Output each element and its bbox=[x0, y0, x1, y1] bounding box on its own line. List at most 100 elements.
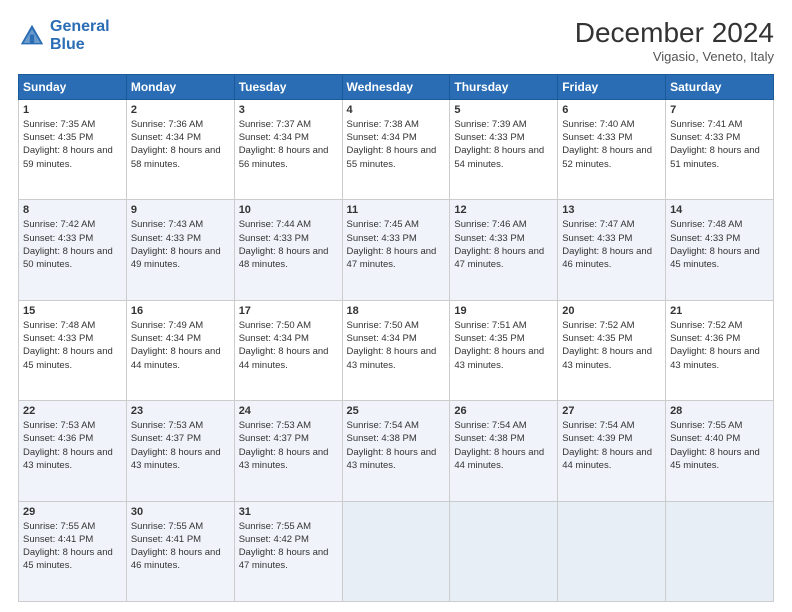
day-number: 18 bbox=[347, 305, 446, 317]
cell-text: Sunrise: 7:45 AMSunset: 4:33 PMDaylight:… bbox=[347, 219, 437, 270]
col-thursday: Thursday bbox=[450, 74, 558, 99]
cell-text: Sunrise: 7:48 AMSunset: 4:33 PMDaylight:… bbox=[670, 219, 760, 270]
page: General Blue December 2024 Vigasio, Vene… bbox=[0, 0, 792, 612]
calendar-table: Sunday Monday Tuesday Wednesday Thursday… bbox=[18, 74, 774, 602]
day-number: 7 bbox=[670, 104, 769, 116]
cell-text: Sunrise: 7:43 AMSunset: 4:33 PMDaylight:… bbox=[131, 219, 221, 270]
day-number: 19 bbox=[454, 305, 553, 317]
day-number: 10 bbox=[239, 204, 338, 216]
table-row: 29 Sunrise: 7:55 AMSunset: 4:41 PMDayligh… bbox=[19, 501, 127, 601]
day-number: 22 bbox=[23, 405, 122, 417]
day-number: 29 bbox=[23, 506, 122, 518]
cell-text: Sunrise: 7:42 AMSunset: 4:33 PMDaylight:… bbox=[23, 219, 113, 270]
cell-text: Sunrise: 7:55 AMSunset: 4:41 PMDaylight:… bbox=[23, 521, 113, 572]
day-number: 12 bbox=[454, 204, 553, 216]
day-number: 1 bbox=[23, 104, 122, 116]
cell-text: Sunrise: 7:53 AMSunset: 4:37 PMDaylight:… bbox=[131, 420, 221, 471]
cell-text: Sunrise: 7:50 AMSunset: 4:34 PMDaylight:… bbox=[347, 320, 437, 371]
day-number: 25 bbox=[347, 405, 446, 417]
table-row: 7 Sunrise: 7:41 AMSunset: 4:33 PMDaylight… bbox=[666, 99, 774, 199]
col-wednesday: Wednesday bbox=[342, 74, 450, 99]
table-row: 11 Sunrise: 7:45 AMSunset: 4:33 PMDayligh… bbox=[342, 200, 450, 300]
logo-text: General Blue bbox=[50, 18, 110, 53]
table-row: 16 Sunrise: 7:49 AMSunset: 4:34 PMDayligh… bbox=[126, 300, 234, 400]
table-row: 28Sunrise: 7:55 AMSunset: 4:40 PMDayligh… bbox=[666, 401, 774, 501]
table-row bbox=[558, 501, 666, 601]
cell-text: Sunrise: 7:54 AMSunset: 4:38 PMDaylight:… bbox=[347, 420, 437, 471]
subtitle: Vigasio, Veneto, Italy bbox=[575, 49, 774, 64]
col-monday: Monday bbox=[126, 74, 234, 99]
table-row: 2 Sunrise: 7:36 AMSunset: 4:34 PMDaylight… bbox=[126, 99, 234, 199]
cell-text: Sunrise: 7:50 AMSunset: 4:34 PMDaylight:… bbox=[239, 320, 329, 371]
cell-text: Sunrise: 7:44 AMSunset: 4:33 PMDaylight:… bbox=[239, 219, 329, 270]
day-number: 23 bbox=[131, 405, 230, 417]
table-row: 20Sunrise: 7:52 AMSunset: 4:35 PMDayligh… bbox=[558, 300, 666, 400]
cell-text: Sunrise: 7:54 AMSunset: 4:38 PMDaylight:… bbox=[454, 420, 544, 471]
cell-text: Sunrise: 7:49 AMSunset: 4:34 PMDaylight:… bbox=[131, 320, 221, 371]
day-number: 3 bbox=[239, 104, 338, 116]
day-number: 6 bbox=[562, 104, 661, 116]
table-row: 5 Sunrise: 7:39 AMSunset: 4:33 PMDaylight… bbox=[450, 99, 558, 199]
table-row: 27Sunrise: 7:54 AMSunset: 4:39 PMDayligh… bbox=[558, 401, 666, 501]
table-row: 23 Sunrise: 7:53 AMSunset: 4:37 PMDayligh… bbox=[126, 401, 234, 501]
day-number: 13 bbox=[562, 204, 661, 216]
day-number: 15 bbox=[23, 305, 122, 317]
table-row: 3 Sunrise: 7:37 AMSunset: 4:34 PMDaylight… bbox=[234, 99, 342, 199]
day-number: 11 bbox=[347, 204, 446, 216]
table-row: 9 Sunrise: 7:43 AMSunset: 4:33 PMDaylight… bbox=[126, 200, 234, 300]
table-row: 26 Sunrise: 7:54 AMSunset: 4:38 PMDayligh… bbox=[450, 401, 558, 501]
day-number: 9 bbox=[131, 204, 230, 216]
col-tuesday: Tuesday bbox=[234, 74, 342, 99]
day-number: 24 bbox=[239, 405, 338, 417]
table-row: 14 Sunrise: 7:48 AMSunset: 4:33 PMDayligh… bbox=[666, 200, 774, 300]
main-title: December 2024 bbox=[575, 18, 774, 49]
cell-text: Sunrise: 7:55 AMSunset: 4:41 PMDaylight:… bbox=[131, 521, 221, 572]
day-number: 30 bbox=[131, 506, 230, 518]
col-saturday: Saturday bbox=[666, 74, 774, 99]
cell-text: Sunrise: 7:51 AMSunset: 4:35 PMDaylight:… bbox=[454, 320, 544, 371]
cell-text: Sunrise: 7:46 AMSunset: 4:33 PMDaylight:… bbox=[454, 219, 544, 270]
title-block: December 2024 Vigasio, Veneto, Italy bbox=[575, 18, 774, 64]
table-row: 12 Sunrise: 7:46 AMSunset: 4:33 PMDayligh… bbox=[450, 200, 558, 300]
cell-text: Sunrise: 7:36 AMSunset: 4:34 PMDaylight:… bbox=[131, 119, 221, 170]
table-row: 17 Sunrise: 7:50 AMSunset: 4:34 PMDayligh… bbox=[234, 300, 342, 400]
day-number: 5 bbox=[454, 104, 553, 116]
table-row: 1 Sunrise: 7:35 AMSunset: 4:35 PMDaylight… bbox=[19, 99, 127, 199]
table-row: 6Sunrise: 7:40 AMSunset: 4:33 PMDaylight… bbox=[558, 99, 666, 199]
calendar-header-row: Sunday Monday Tuesday Wednesday Thursday… bbox=[19, 74, 774, 99]
col-friday: Friday bbox=[558, 74, 666, 99]
table-row: 31 Sunrise: 7:55 AMSunset: 4:42 PMDayligh… bbox=[234, 501, 342, 601]
day-number: 8 bbox=[23, 204, 122, 216]
cell-text: Sunrise: 7:47 AMSunset: 4:33 PMDaylight:… bbox=[562, 219, 652, 270]
table-row: 18 Sunrise: 7:50 AMSunset: 4:34 PMDayligh… bbox=[342, 300, 450, 400]
cell-text: Sunrise: 7:38 AMSunset: 4:34 PMDaylight:… bbox=[347, 119, 437, 170]
table-row: 22 Sunrise: 7:53 AMSunset: 4:36 PMDayligh… bbox=[19, 401, 127, 501]
day-number: 2 bbox=[131, 104, 230, 116]
day-number: 26 bbox=[454, 405, 553, 417]
header: General Blue December 2024 Vigasio, Vene… bbox=[18, 18, 774, 64]
cell-text: Sunrise: 7:55 AMSunset: 4:42 PMDaylight:… bbox=[239, 521, 329, 572]
day-number: 16 bbox=[131, 305, 230, 317]
cell-text: Sunrise: 7:48 AMSunset: 4:33 PMDaylight:… bbox=[23, 320, 113, 371]
table-row: 13 Sunrise: 7:47 AMSunset: 4:33 PMDayligh… bbox=[558, 200, 666, 300]
logo-line1: General bbox=[50, 18, 110, 35]
table-row: 30 Sunrise: 7:55 AMSunset: 4:41 PMDayligh… bbox=[126, 501, 234, 601]
day-number: 14 bbox=[670, 204, 769, 216]
day-number: 17 bbox=[239, 305, 338, 317]
cell-text: Sunrise: 7:41 AMSunset: 4:33 PMDaylight:… bbox=[670, 119, 760, 170]
table-row: 15 Sunrise: 7:48 AMSunset: 4:33 PMDayligh… bbox=[19, 300, 127, 400]
cell-text: Sunrise: 7:39 AMSunset: 4:33 PMDaylight:… bbox=[454, 119, 544, 170]
logo-icon bbox=[18, 22, 46, 50]
cell-text: Sunrise: 7:53 AMSunset: 4:36 PMDaylight:… bbox=[23, 420, 113, 471]
table-row bbox=[450, 501, 558, 601]
cell-text: Sunrise: 7:35 AMSunset: 4:35 PMDaylight:… bbox=[23, 119, 113, 170]
logo-line2: Blue bbox=[50, 36, 85, 53]
table-row: 24Sunrise: 7:53 AMSunset: 4:37 PMDayligh… bbox=[234, 401, 342, 501]
table-row: 8 Sunrise: 7:42 AMSunset: 4:33 PMDaylight… bbox=[19, 200, 127, 300]
cell-text: Sunrise: 7:52 AMSunset: 4:36 PMDaylight:… bbox=[670, 320, 760, 371]
cell-text: Sunrise: 7:52 AMSunset: 4:35 PMDaylight:… bbox=[562, 320, 652, 371]
col-sunday: Sunday bbox=[19, 74, 127, 99]
day-number: 31 bbox=[239, 506, 338, 518]
cell-text: Sunrise: 7:37 AMSunset: 4:34 PMDaylight:… bbox=[239, 119, 329, 170]
table-row bbox=[342, 501, 450, 601]
